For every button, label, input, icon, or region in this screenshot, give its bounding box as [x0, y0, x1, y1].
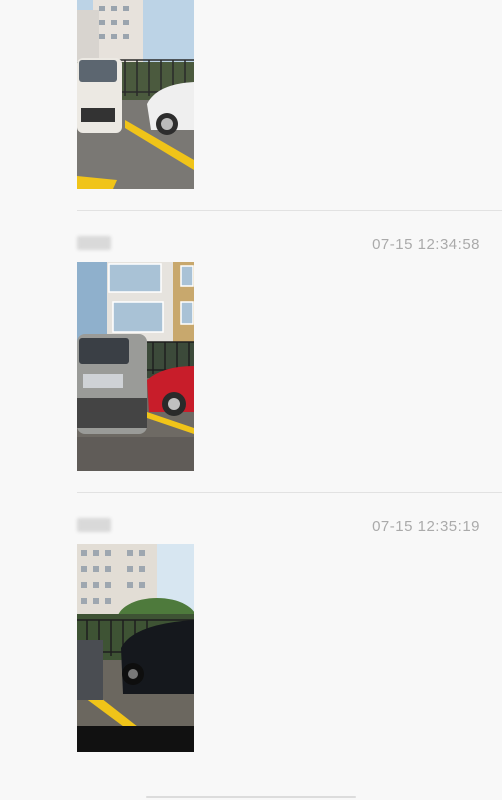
author-name[interactable]: [77, 236, 111, 250]
post-divider: [77, 492, 502, 493]
post-photo-1[interactable]: [77, 0, 194, 189]
post-photo-2[interactable]: [77, 262, 194, 471]
post-timestamp: 07-15 12:35:19: [372, 518, 480, 535]
post-divider: [77, 210, 502, 211]
parked-car-photo-icon: [77, 0, 194, 189]
author-name[interactable]: [77, 518, 111, 532]
home-indicator: [146, 796, 356, 798]
post-photo-3[interactable]: [77, 544, 194, 752]
moments-feed: 07-15 12:34:58 07-15 12:35:19: [0, 0, 502, 800]
parked-car-photo-icon: [77, 544, 194, 752]
parked-car-photo-icon: [77, 262, 194, 471]
post-timestamp: 07-15 12:34:58: [372, 236, 480, 253]
